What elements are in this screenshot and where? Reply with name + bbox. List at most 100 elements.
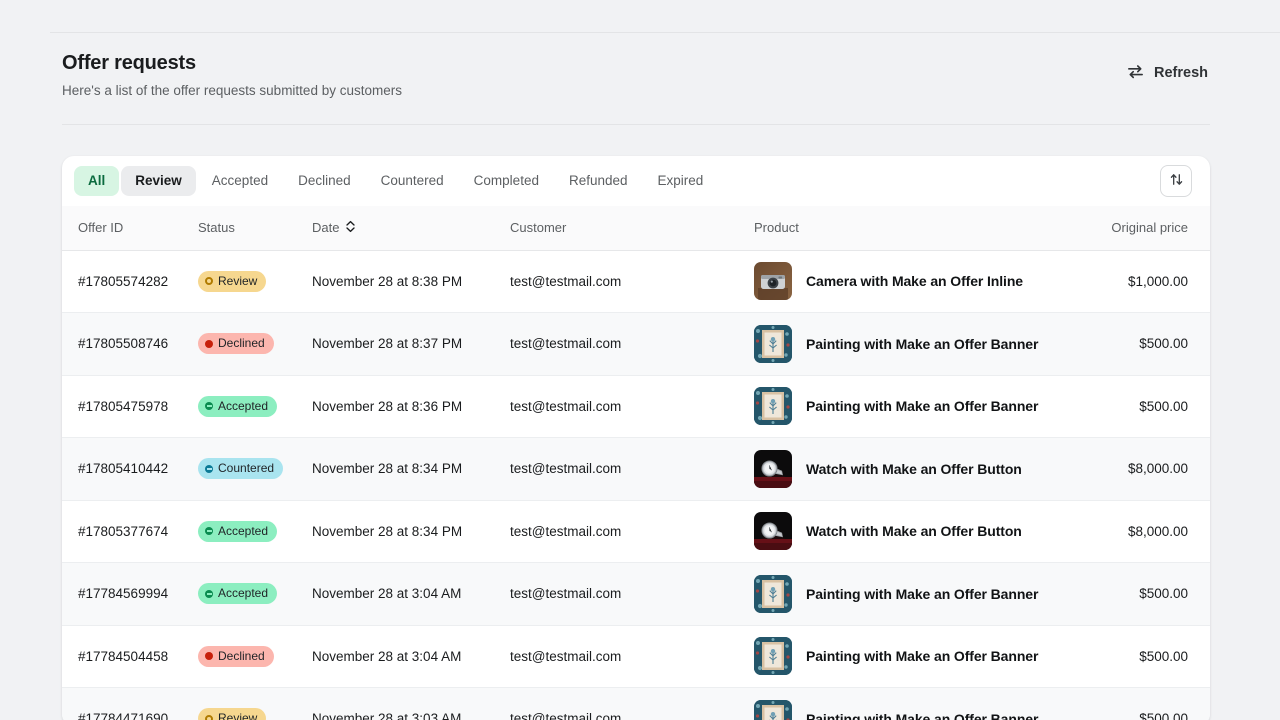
chevron-updown-icon bbox=[345, 220, 356, 236]
status-badge: Countered bbox=[198, 458, 283, 479]
table-row[interactable]: #17805410442CounteredNovember 28 at 8:34… bbox=[62, 438, 1210, 501]
cell-product: Watch with Make an Offer Button bbox=[754, 500, 1076, 563]
cell-original-price: $8,000.00 bbox=[1076, 500, 1204, 563]
product-thumbnail-painting bbox=[754, 325, 792, 363]
table-row[interactable]: #17784471690 Review November 28 at 3:03 AM… bbox=[62, 688, 1210, 720]
offer-requests-page: Offer requests Here's a list of the offe… bbox=[0, 0, 1280, 720]
status-dot-icon bbox=[205, 402, 213, 410]
cell-original-price: $500.00 bbox=[1076, 688, 1204, 720]
status-badge-label: Review bbox=[218, 711, 257, 720]
product-name: Camera with Make an Offer Inline bbox=[806, 273, 1023, 289]
column-header-label: Date bbox=[312, 220, 339, 235]
column-header-date[interactable]: Date bbox=[312, 206, 510, 250]
product-thumbnail-watch bbox=[754, 512, 792, 550]
exchange-arrows-icon bbox=[1126, 62, 1145, 84]
cell-offer-id: #17805410442 bbox=[62, 438, 198, 501]
table-row[interactable]: #17805508746 Declined November 28 at 8:37 … bbox=[62, 313, 1210, 376]
cell-offer-id: #17784504458 bbox=[62, 625, 198, 688]
cell-offer-price: $7,500.00 bbox=[1204, 500, 1210, 563]
refresh-button-label: Refresh bbox=[1154, 65, 1208, 81]
cell-customer: test@testmail.com bbox=[510, 313, 754, 376]
page-header-text: Offer requests Here's a list of the offe… bbox=[62, 50, 402, 100]
page-header: Offer requests Here's a list of the offe… bbox=[62, 50, 1210, 100]
tab-completed[interactable]: Completed bbox=[460, 166, 553, 196]
product-cell: Painting with Make an Offer Banner bbox=[754, 637, 1068, 675]
cell-product: Painting with Make an Offer Banner bbox=[754, 688, 1076, 720]
status-badge: Accepted bbox=[198, 521, 277, 542]
cell-customer: test@testmail.com bbox=[510, 375, 754, 438]
tab-review[interactable]: Review bbox=[121, 166, 196, 196]
tab-countered[interactable]: Countered bbox=[367, 166, 458, 196]
product-cell: Watch with Make an Offer Button bbox=[754, 512, 1068, 550]
product-thumbnail-painting bbox=[754, 637, 792, 675]
cell-original-price: $500.00 bbox=[1076, 563, 1204, 626]
product-name: Painting with Make an Offer Banner bbox=[806, 398, 1038, 414]
tab-expired[interactable]: Expired bbox=[644, 166, 718, 196]
table-row[interactable]: #17805574282ReviewNovember 28 at 8:38 PM… bbox=[62, 250, 1210, 313]
table-row[interactable]: #17805475978 Accepted November 28 at 8:36 … bbox=[62, 375, 1210, 438]
status-badge-label: Declined bbox=[218, 649, 265, 664]
product-name: Painting with Make an Offer Banner bbox=[806, 711, 1038, 720]
cell-offer-id: #17805475978 bbox=[62, 375, 198, 438]
table-row[interactable]: #17805377674AcceptedNovember 28 at 8:34 … bbox=[62, 500, 1210, 563]
offer-requests-table: Offer IDStatusDateCustomerProductOrigina… bbox=[62, 206, 1210, 720]
cell-offer-price bbox=[1204, 375, 1210, 438]
status-badge-label: Accepted bbox=[218, 399, 268, 414]
tab-declined[interactable]: Declined bbox=[284, 166, 365, 196]
cell-offer-id: #17784471690 bbox=[62, 688, 198, 720]
status-dot-icon bbox=[205, 527, 213, 535]
cell-original-price: $8,000.00 bbox=[1076, 438, 1204, 501]
cell-date: November 28 at 8:37 PM bbox=[312, 313, 510, 376]
cell-offer-id: #17805508746 bbox=[62, 313, 198, 376]
cell-product: Camera with Make an Offer Inline bbox=[754, 250, 1076, 313]
cell-status: Countered bbox=[198, 438, 312, 501]
table-row[interactable]: #17784569994AcceptedNovember 28 at 3:04 … bbox=[62, 563, 1210, 626]
refresh-button[interactable]: Refresh bbox=[1124, 58, 1210, 88]
cell-offer-price: $7,000.00 bbox=[1204, 438, 1210, 501]
page-subtitle: Here's a list of the offer requests subm… bbox=[62, 82, 402, 100]
product-thumbnail-painting bbox=[754, 700, 792, 720]
status-badge-label: Declined bbox=[218, 336, 265, 351]
cell-offer-id: #17784569994 bbox=[62, 563, 198, 626]
status-dot-icon bbox=[205, 465, 213, 473]
status-badge-label: Review bbox=[218, 274, 257, 289]
cell-product: Painting with Make an Offer Banner bbox=[754, 313, 1076, 376]
header-divider bbox=[62, 124, 1210, 125]
product-name: Painting with Make an Offer Banner bbox=[806, 586, 1038, 602]
column-header-offer-price: Offer price bbox=[1204, 206, 1210, 250]
product-cell: Painting with Make an Offer Banner bbox=[754, 700, 1068, 720]
status-badge-label: Countered bbox=[218, 461, 274, 476]
table-scroll-container[interactable]: Offer IDStatusDateCustomerProductOrigina… bbox=[62, 206, 1210, 720]
sortable-date[interactable]: Date bbox=[312, 220, 356, 236]
cell-product: Painting with Make an Offer Banner bbox=[754, 563, 1076, 626]
cell-date: November 28 at 3:04 AM bbox=[312, 563, 510, 626]
product-name: Watch with Make an Offer Button bbox=[806, 461, 1022, 477]
product-name: Watch with Make an Offer Button bbox=[806, 523, 1022, 539]
status-dot-icon bbox=[205, 590, 213, 598]
page-title: Offer requests bbox=[62, 50, 402, 76]
cell-customer: test@testmail.com bbox=[510, 500, 754, 563]
tab-accepted[interactable]: Accepted bbox=[198, 166, 282, 196]
cell-date: November 28 at 3:03 AM bbox=[312, 688, 510, 720]
table-header-row: Offer IDStatusDateCustomerProductOrigina… bbox=[62, 206, 1210, 250]
column-header-product: Product bbox=[754, 206, 1076, 250]
cell-status: Declined bbox=[198, 313, 312, 376]
status-badge: Review bbox=[198, 708, 266, 720]
cell-customer: test@testmail.com bbox=[510, 625, 754, 688]
tab-bar: AllReviewAcceptedDeclinedCounteredComple… bbox=[62, 156, 1210, 206]
cell-offer-price bbox=[1204, 313, 1210, 376]
product-thumbnail-watch bbox=[754, 450, 792, 488]
status-badge: Declined bbox=[198, 333, 274, 354]
cell-original-price: $500.00 bbox=[1076, 375, 1204, 438]
cell-date: November 28 at 8:36 PM bbox=[312, 375, 510, 438]
table-header: Offer IDStatusDateCustomerProductOrigina… bbox=[62, 206, 1210, 250]
tab-refunded[interactable]: Refunded bbox=[555, 166, 642, 196]
cell-offer-id: #17805377674 bbox=[62, 500, 198, 563]
table-row[interactable]: #17784504458DeclinedNovember 28 at 3:04 … bbox=[62, 625, 1210, 688]
table-body: #17805574282ReviewNovember 28 at 8:38 PM… bbox=[62, 250, 1210, 720]
cell-offer-id: #17805574282 bbox=[62, 250, 198, 313]
product-cell: Watch with Make an Offer Button bbox=[754, 450, 1068, 488]
status-dot-icon bbox=[205, 715, 213, 720]
tab-all[interactable]: All bbox=[74, 166, 119, 196]
sort-button[interactable] bbox=[1160, 165, 1192, 197]
